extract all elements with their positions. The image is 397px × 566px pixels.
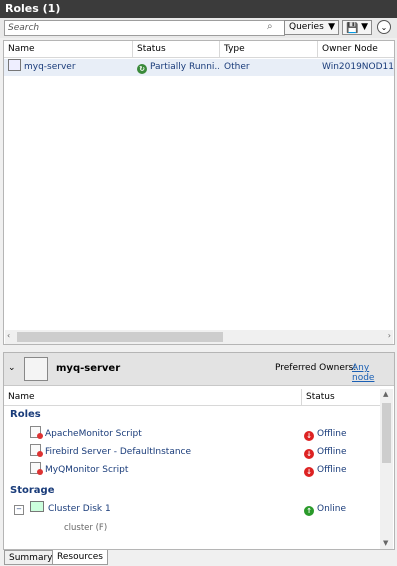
resource-status: ↓ Offline [304,461,347,479]
resource-name: MyQMonitor Script [45,465,129,475]
details-header: ⌄ myq-server Preferred Owners: Any node [4,353,394,386]
column-header-status[interactable]: Status [133,41,220,57]
storage-name: Cluster Disk 1 [48,504,111,514]
list-item[interactable]: − Cluster Disk 1 [14,500,111,518]
details-role-name: myq-server [56,363,121,374]
role-status: Partially Runni... [150,62,219,72]
offline-icon: ↓ [304,431,314,441]
role-name: myq-server [24,62,76,72]
vertical-scroll-thumb[interactable] [382,403,391,463]
resource-status-text: Offline [317,429,347,439]
role-large-icon [24,357,48,381]
resource-status: ↓ Offline [304,425,347,443]
chevron-down-icon: ▼ [328,22,335,32]
roles-title-bar: Roles (1) [0,0,397,18]
save-query-button[interactable]: 💾 ▼ [342,20,372,35]
group-storage: Storage [10,485,55,496]
roles-grid: Name Status Type Owner Node myq-server ↻… [3,40,395,345]
list-item[interactable]: ApacheMonitor Script [30,425,142,443]
online-icon: ↑ [304,506,314,516]
list-item[interactable]: MyQMonitor Script [30,461,128,479]
column-header-status[interactable]: Status [302,389,380,405]
horizontal-scroll-thumb[interactable] [17,332,223,342]
collapse-chevron-icon[interactable]: ⌄ [8,363,16,373]
table-row[interactable]: myq-server ↻ Partially Runni... Other Win… [4,59,394,76]
save-icon: 💾 [346,23,359,34]
script-resource-icon [30,462,43,475]
resources-grid-header: Name Status [4,389,380,406]
role-status-cell: ↻ Partially Runni... [137,59,219,76]
offline-icon: ↓ [304,449,314,459]
storage-status: ↑ Online [304,500,346,518]
column-header-type[interactable]: Type [220,41,318,57]
queries-button[interactable]: Queries ▼ [284,20,339,35]
roles-title: Roles (1) [5,2,61,15]
scroll-right-icon[interactable]: › [388,331,391,340]
resource-name: ApacheMonitor Script [45,429,142,439]
scroll-down-icon[interactable]: ▼ [383,539,388,547]
preferred-owners-link[interactable]: Any node [352,363,394,383]
preferred-owners-label: Preferred Owners: [275,363,357,373]
role-owner-node: Win2019NOD11 [322,62,394,72]
chevron-down-icon: ▼ [361,22,368,32]
resource-status-text: Offline [317,465,347,475]
role-type: Other [224,62,250,72]
column-header-owner-node[interactable]: Owner Node [318,41,394,57]
offline-icon: ↓ [304,467,314,477]
script-resource-icon [30,426,43,439]
tab-resources[interactable]: Resources [52,550,108,565]
role-name-cell: myq-server [8,59,76,76]
queries-label: Queries [289,22,324,32]
expand-more-icon[interactable]: ⌄ [377,20,391,34]
storage-status-text: Online [317,504,347,514]
column-header-name[interactable]: Name [4,41,133,57]
column-header-name[interactable]: Name [4,389,302,405]
tab-summary[interactable]: Summary [4,550,58,565]
roles-grid-header: Name Status Type Owner Node [4,41,394,58]
details-panel: ⌄ myq-server Preferred Owners: Any node … [3,352,395,550]
scroll-left-icon[interactable]: ‹ [7,331,10,340]
search-input[interactable]: Search [4,20,285,36]
horizontal-scrollbar[interactable]: ‹ › [5,330,393,344]
group-roles: Roles [10,409,41,420]
resource-status-text: Offline [317,447,347,457]
collapse-tree-icon[interactable]: − [14,505,24,515]
list-item[interactable]: Firebird Server - DefaultInstance [30,443,191,461]
partially-running-icon: ↻ [137,64,147,74]
vertical-scrollbar[interactable]: ▲ ▼ [380,389,393,549]
storage-volume: cluster (F) [64,523,108,533]
search-icon[interactable]: ⌕ [267,21,277,33]
resource-status: ↓ Offline [304,443,347,461]
resource-name: Firebird Server - DefaultInstance [45,447,192,457]
scroll-up-icon[interactable]: ▲ [383,390,388,398]
role-icon [8,59,21,71]
disk-icon [30,501,44,512]
service-resource-icon [30,444,43,457]
